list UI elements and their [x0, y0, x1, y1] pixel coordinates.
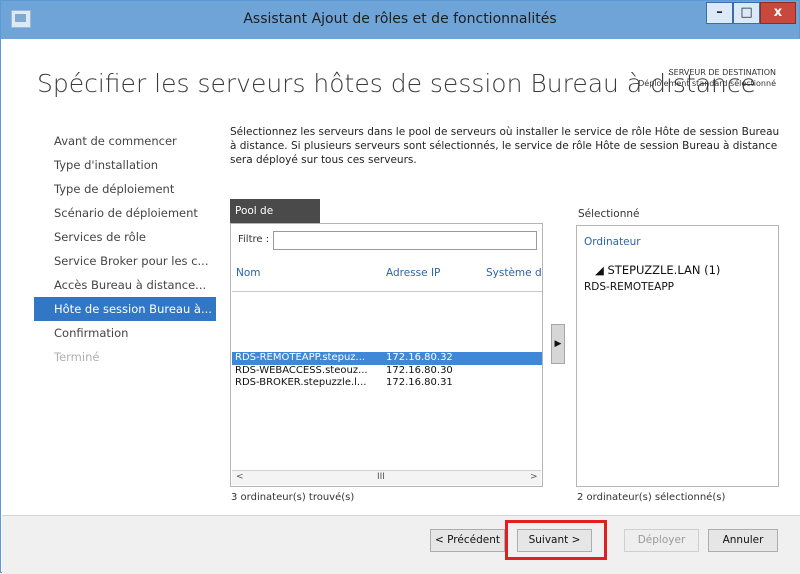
row-name: RDS-WEBACCESS.steouz... [235, 365, 368, 376]
selected-label: Sélectionné [578, 208, 640, 220]
tab-server-pool[interactable]: Pool de serveurs [230, 199, 320, 241]
nav-step-termine: Terminé [54, 350, 100, 364]
close-button[interactable]: x [760, 2, 796, 24]
scroll-right-arrow-icon[interactable]: > [530, 472, 538, 482]
selected-count: 2 ordinateur(s) sélectionné(s) [577, 492, 726, 503]
horizontal-scrollbar[interactable]: < III > [232, 470, 541, 485]
destination-value: Déploiement standard sélectionné [638, 79, 776, 88]
row-ip: 172.16.80.31 [386, 377, 453, 388]
destination-server-info: SERVEUR DE DESTINATION Déploiement stand… [638, 67, 776, 89]
nav-step-type-deploiement[interactable]: Type de déploiement [52, 177, 212, 201]
nav-step-service-broker[interactable]: Service Broker pour les c... [52, 249, 212, 273]
wizard-footer: < Précédent Suivant > Déployer Annuler [2, 515, 800, 574]
wizard-steps-nav: Avant de commencer Type d'installation T… [34, 129, 216, 369]
next-button-highlight [505, 520, 607, 560]
server-pool-panel: Filtre : Nom Adresse IP Système d RDS-RE… [230, 223, 543, 487]
destination-label: SERVEUR DE DESTINATION [668, 68, 776, 77]
column-header-nom[interactable]: Nom [232, 262, 382, 292]
row-ip: 172.16.80.30 [386, 365, 453, 376]
column-header-systeme[interactable]: Système d [482, 262, 542, 292]
nav-step-hote-session-active[interactable]: Hôte de session Bureau à... [34, 297, 216, 321]
title-bar[interactable]: Assistant Ajout de rôles et de fonctionn… [1, 1, 799, 39]
scroll-left-arrow-icon[interactable]: < [236, 472, 244, 482]
add-to-selected-button[interactable]: ▶ [551, 324, 565, 364]
selected-group-domain[interactable]: ◢ STEPUZZLE.LAN (1) [595, 263, 720, 277]
previous-button[interactable]: < Précédent [430, 529, 505, 552]
selected-servers-panel: Ordinateur ◢ STEPUZZLE.LAN (1) RDS-REMOT… [576, 225, 779, 487]
table-row[interactable]: RDS-BROKER.stepuzzle.l... 172.16.80.31 [232, 377, 542, 389]
filter-input[interactable] [273, 231, 537, 250]
cancel-button[interactable]: Annuler [708, 529, 778, 552]
table-row[interactable]: RDS-WEBACCESS.steouz... 172.16.80.30 [232, 365, 542, 377]
found-count: 3 ordinateur(s) trouvé(s) [231, 492, 355, 503]
column-header-adresse-ip[interactable]: Adresse IP [382, 262, 482, 292]
row-name: RDS-REMOTEAPP.stepuz... [235, 352, 366, 363]
filter-label: Filtre : [238, 234, 270, 245]
row-name: RDS-BROKER.stepuzzle.l... [235, 377, 367, 388]
minimize-button[interactable]: – [706, 2, 733, 24]
nav-step-scenario-deploiement[interactable]: Scénario de déploiement [52, 201, 212, 225]
selected-item[interactable]: RDS-REMOTEAPP [584, 281, 674, 293]
nav-step-services-de-role[interactable]: Services de rôle [52, 225, 212, 249]
selected-column-header[interactable]: Ordinateur [584, 236, 641, 248]
instructions-text: Sélectionnez les serveurs dans le pool d… [230, 126, 780, 166]
maximize-button[interactable]: □ [733, 2, 760, 24]
table-row-selected[interactable]: RDS-REMOTEAPP.stepuz... 172.16.80.32 [232, 352, 542, 365]
nav-step-acces-bureau[interactable]: Accès Bureau à distance... [52, 273, 212, 297]
deploy-button: Déployer [624, 529, 699, 552]
scroll-thumb-icon[interactable]: III [377, 472, 385, 482]
nav-step-type-installation[interactable]: Type d'installation [52, 153, 212, 177]
nav-step-avant-de-commencer[interactable]: Avant de commencer [52, 129, 212, 153]
wizard-window: Assistant Ajout de rôles et de fonctionn… [0, 0, 800, 574]
window-title: Assistant Ajout de rôles et de fonctionn… [243, 11, 557, 27]
wizard-content: Spécifier les serveurs hôtes de session … [2, 39, 800, 515]
row-ip: 172.16.80.32 [386, 352, 453, 363]
nav-step-confirmation[interactable]: Confirmation [52, 321, 212, 345]
